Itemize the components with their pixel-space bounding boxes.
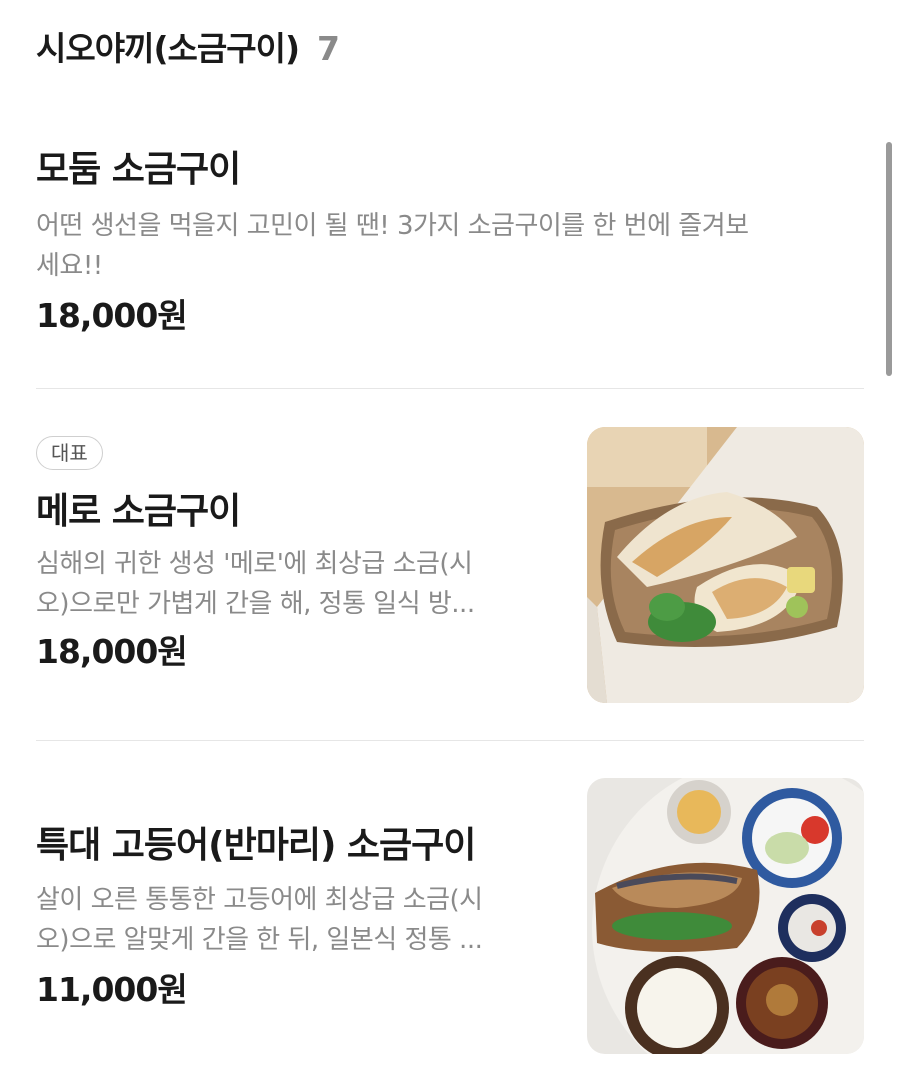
menu-item-price: 18,000원 [36, 296, 188, 335]
menu-item-desc-line1: 살이 오른 통통한 고등어에 최상급 소금(시 [36, 885, 483, 915]
menu-item-desc-line2: 오)으로만 가볍게 간을 해, 정통 일식 방... [36, 589, 475, 619]
menu-item-mackerel[interactable]: 특대 고등어(반마리) 소금구이 살이 오른 통통한 고등어에 최상급 소금(시… [36, 824, 566, 1010]
grilled-fish-photo-icon[interactable] [587, 427, 864, 703]
scrollbar[interactable] [886, 142, 892, 376]
menu-item-desc-line2: 세요!! [36, 251, 103, 281]
menu-item-desc-line2: 오)으로 알맞게 간을 한 뒤, 일본식 정통 ... [36, 925, 483, 955]
section-item-count: 7 [317, 29, 341, 68]
menu-item-price: 11,000원 [36, 970, 188, 1009]
section-title: 시오야끼(소금구이) [36, 29, 300, 68]
menu-item-desc-line1: 어떤 생선을 먹을지 고민이 될 땐! 3가지 소금구이를 한 번에 즐겨보 [36, 211, 749, 241]
menu-item-price: 18,000원 [36, 632, 188, 671]
divider [36, 388, 864, 389]
menu-item-assorted[interactable]: 모둠 소금구이 어떤 생선을 먹을지 고민이 될 땐! 3가지 소금구이를 한 … [36, 148, 864, 336]
mackerel-set-photo-icon[interactable] [587, 778, 864, 1054]
divider [36, 740, 864, 741]
menu-item-name: 모둠 소금구이 [36, 149, 241, 190]
section-header: 시오야끼(소금구이) 7 [36, 22, 340, 70]
menu-item-mero[interactable]: 대표 메로 소금구이 심해의 귀한 생성 '메로'에 최상급 소금(시 오)으로… [36, 436, 556, 672]
menu-item-name: 특대 고등어(반마리) 소금구이 [36, 825, 476, 866]
menu-item-name: 메로 소금구이 [36, 491, 241, 532]
menu-item-desc-line1: 심해의 귀한 생성 '메로'에 최상급 소금(시 [36, 549, 473, 579]
signature-badge: 대표 [36, 436, 103, 470]
